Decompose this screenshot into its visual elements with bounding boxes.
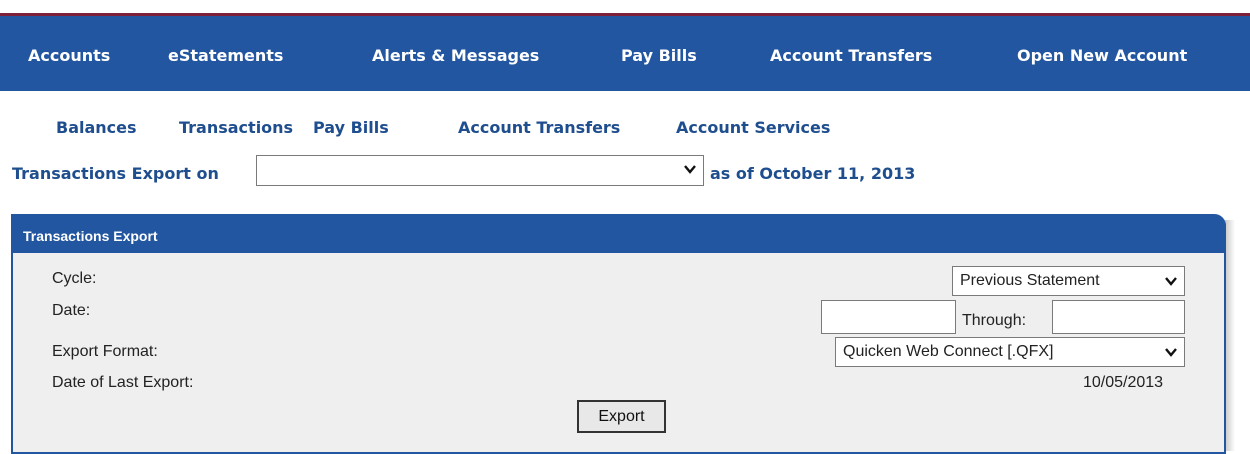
date-label: Date: bbox=[52, 302, 91, 319]
panel-title: Transactions Export bbox=[23, 228, 158, 244]
nav-accounts[interactable]: Accounts bbox=[28, 46, 110, 65]
through-label: Through: bbox=[962, 312, 1027, 329]
account-select[interactable] bbox=[256, 155, 704, 186]
subnav-transactions[interactable]: Transactions bbox=[179, 118, 293, 137]
date-to-input[interactable] bbox=[1052, 300, 1185, 334]
nav-open-new-account[interactable]: Open New Account bbox=[1017, 46, 1187, 65]
nav-pay-bills[interactable]: Pay Bills bbox=[621, 46, 697, 65]
cycle-select[interactable]: Previous Statement bbox=[952, 266, 1185, 296]
nav-alerts-messages[interactable]: Alerts & Messages bbox=[372, 46, 539, 65]
subnav-balances[interactable]: Balances bbox=[56, 118, 137, 137]
last-export-label: Date of Last Export: bbox=[52, 374, 194, 391]
export-on-label: Transactions Export on bbox=[12, 164, 219, 183]
last-export-date: 10/05/2013 bbox=[1083, 374, 1164, 391]
date-from-input[interactable] bbox=[821, 300, 956, 334]
subnav-account-services[interactable]: Account Services bbox=[676, 118, 830, 137]
cycle-select-value: Previous Statement bbox=[960, 272, 1100, 289]
panel-header bbox=[11, 214, 1226, 253]
export-format-select[interactable]: Quicken Web Connect [.QFX] bbox=[835, 337, 1185, 367]
export-button[interactable]: Export bbox=[577, 400, 666, 433]
chevron-down-icon bbox=[1165, 348, 1177, 357]
subnav-pay-bills[interactable]: Pay Bills bbox=[313, 118, 389, 137]
nav-estatements[interactable]: eStatements bbox=[168, 46, 283, 65]
chevron-down-icon bbox=[684, 165, 696, 174]
subnav-account-transfers[interactable]: Account Transfers bbox=[458, 118, 620, 137]
nav-account-transfers[interactable]: Account Transfers bbox=[770, 46, 932, 65]
export-format-label: Export Format: bbox=[52, 343, 158, 360]
as-of-date: as of October 11, 2013 bbox=[710, 164, 916, 183]
top-border bbox=[0, 0, 1250, 13]
panel-shadow bbox=[1225, 220, 1235, 451]
chevron-down-icon bbox=[1165, 277, 1177, 286]
cycle-label: Cycle: bbox=[52, 270, 97, 287]
export-format-value: Quicken Web Connect [.QFX] bbox=[843, 343, 1054, 360]
top-navigation: Accounts eStatements Alerts & Messages P… bbox=[0, 13, 1250, 91]
